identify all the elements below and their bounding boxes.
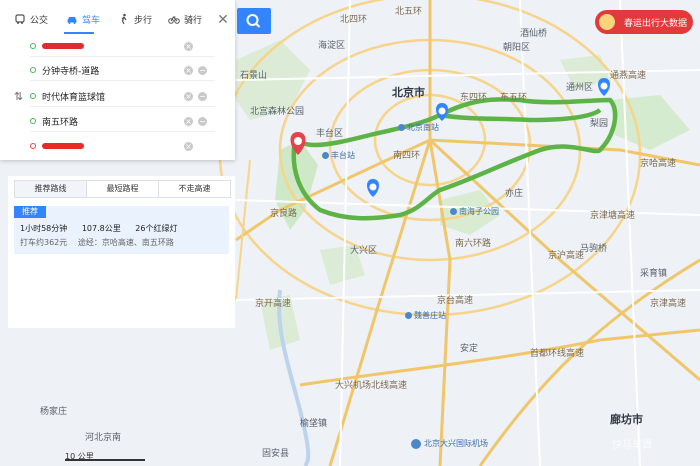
search-icon [246, 14, 261, 28]
road-label: 京台高速 [437, 296, 474, 306]
remove-stop-icon[interactable]: − [198, 117, 207, 126]
place-label: 采育镇 [640, 269, 668, 279]
taxi-fare: 打车约362元 [20, 238, 68, 247]
station-icon [398, 124, 405, 131]
route-details: 打车约362元 途经：京哈高速、南五环路 [20, 237, 182, 248]
district-label: 大兴区 [350, 246, 378, 256]
swap-icon[interactable]: ⇅ [14, 90, 23, 103]
chinese-knot-icon [599, 14, 615, 30]
road-label: 京良路 [270, 209, 298, 219]
poi-weishan[interactable]: 魏善庄站 [405, 310, 446, 321]
map-page: 北京市 廊坊市 海淀区 丰台区 大兴区 通州区 朝阳区 北四环 北五环 东四环 … [0, 0, 700, 466]
road-label: 北四环 [340, 15, 368, 25]
station-icon [322, 152, 329, 159]
route-search-panel: 公交 驾车 步行 骑行 ✕ × 分钟寺桥-道路 × − 时代体育篮球馆 × − … [0, 0, 235, 160]
road-label: 南六环路 [455, 239, 492, 249]
route-card[interactable]: 推荐 1小时58分钟 107.8公里 26个红绿灯 打车约362元 途经：京哈高… [14, 206, 229, 254]
promo-banner[interactable]: 春运出行大数据 [595, 10, 693, 34]
road-label: 京开高速 [255, 299, 292, 309]
district-label: 通州区 [566, 83, 594, 93]
bus-icon [15, 14, 25, 24]
tab-shortest[interactable]: 最短路程 [87, 181, 159, 197]
road-label: 京哈高速 [640, 159, 677, 169]
redacted-origin [42, 43, 84, 49]
city-label: 廊坊市 [610, 413, 643, 426]
poi-nanyuan[interactable]: 南海子公园 [450, 206, 499, 217]
place-label: 梨园 [590, 119, 609, 129]
park-icon [450, 208, 457, 215]
route-duration: 1小时58分钟 [20, 224, 68, 233]
search-button[interactable] [237, 8, 271, 34]
road-label: 通燕高速 [610, 71, 647, 81]
district-label: 海淀区 [318, 41, 346, 51]
close-icon[interactable]: ✕ [217, 13, 229, 27]
recommended-badge: 推荐 [14, 206, 46, 218]
poi-beijing-south[interactable]: 北京南站 [398, 122, 439, 133]
clear-stop-icon[interactable]: × [184, 117, 193, 126]
scale-bar [65, 459, 145, 461]
road-label: 京沪高速 [548, 251, 585, 261]
route-via: 途经：京哈高速、南五环路 [77, 238, 174, 247]
road-label: 大兴机场北线高速 [335, 381, 408, 391]
active-mode-indicator [64, 32, 94, 34]
route-summary: 1小时58分钟 107.8公里 26个红绿灯 [20, 223, 189, 234]
car-icon [67, 17, 77, 24]
walk-icon [121, 13, 127, 25]
place-label: 榆垡镇 [300, 419, 328, 429]
place-label: 固安县 [262, 449, 290, 459]
road-label: 南四环 [393, 151, 421, 161]
waypoint-dot-icon [30, 93, 36, 99]
road-label: 京津高速 [650, 299, 687, 309]
route-result-panel: 推荐路线 最短路程 不走高速 推荐 1小时58分钟 107.8公里 26个红绿灯… [8, 176, 235, 328]
travel-mode-bar: 公交 驾车 步行 骑行 ✕ [0, 0, 235, 38]
tab-no-highway[interactable]: 不走高速 [159, 181, 230, 197]
place-label: 石景山 [240, 71, 268, 81]
clear-stop-icon[interactable]: × [184, 66, 193, 75]
clear-stop-icon[interactable]: × [184, 42, 193, 51]
airport-icon [411, 439, 421, 449]
road-label: 京津塘高速 [590, 211, 636, 221]
road-label: 东四环 [460, 93, 488, 103]
bike-icon [168, 16, 180, 24]
place-label: 酒仙桥 [520, 29, 548, 39]
district-label: 丰台区 [316, 129, 344, 139]
watermark: 快马车谭 [612, 440, 652, 451]
place-label: 河北京南 [85, 433, 122, 443]
mode-bus-tab[interactable]: 公交 [14, 10, 48, 28]
waypoint-dot-icon [30, 118, 36, 124]
origin-dot-icon [30, 43, 36, 49]
place-label: 马驹桥 [580, 244, 608, 254]
district-label: 朝阳区 [503, 43, 531, 53]
road-label: 东五环 [500, 93, 528, 103]
waypoint-dot-icon [30, 67, 36, 73]
mode-bike-tab[interactable]: 骑行 [168, 10, 202, 28]
place-label: 杨家庄 [40, 407, 68, 417]
road-label: 首都环线高速 [530, 349, 585, 359]
clear-stop-icon[interactable]: × [184, 142, 193, 151]
remove-stop-icon[interactable]: − [198, 92, 207, 101]
mode-walk-tab[interactable]: 步行 [118, 10, 152, 28]
destination-dot-icon [30, 143, 36, 149]
place-label: 北宫森林公园 [250, 107, 305, 117]
tab-recommended[interactable]: 推荐路线 [15, 181, 87, 197]
clear-stop-icon[interactable]: × [184, 92, 193, 101]
poi-airport[interactable]: 北京大兴国际机场 [424, 438, 488, 449]
station-icon [405, 312, 412, 319]
place-label: 安定 [460, 344, 479, 354]
place-label: 亦庄 [505, 189, 524, 199]
route-option-tabs: 推荐路线 最短路程 不走高速 [14, 180, 231, 198]
city-label: 北京市 [392, 86, 425, 99]
route-traffic-lights: 26个红绿灯 [135, 224, 178, 233]
poi-fengtai-station[interactable]: 丰台站 [322, 150, 355, 161]
remove-stop-icon[interactable]: − [198, 66, 207, 75]
route-distance: 107.8公里 [81, 224, 121, 233]
mode-car-tab[interactable]: 驾车 [66, 10, 100, 28]
redacted-destination [42, 143, 84, 149]
road-label: 北五环 [395, 7, 423, 17]
